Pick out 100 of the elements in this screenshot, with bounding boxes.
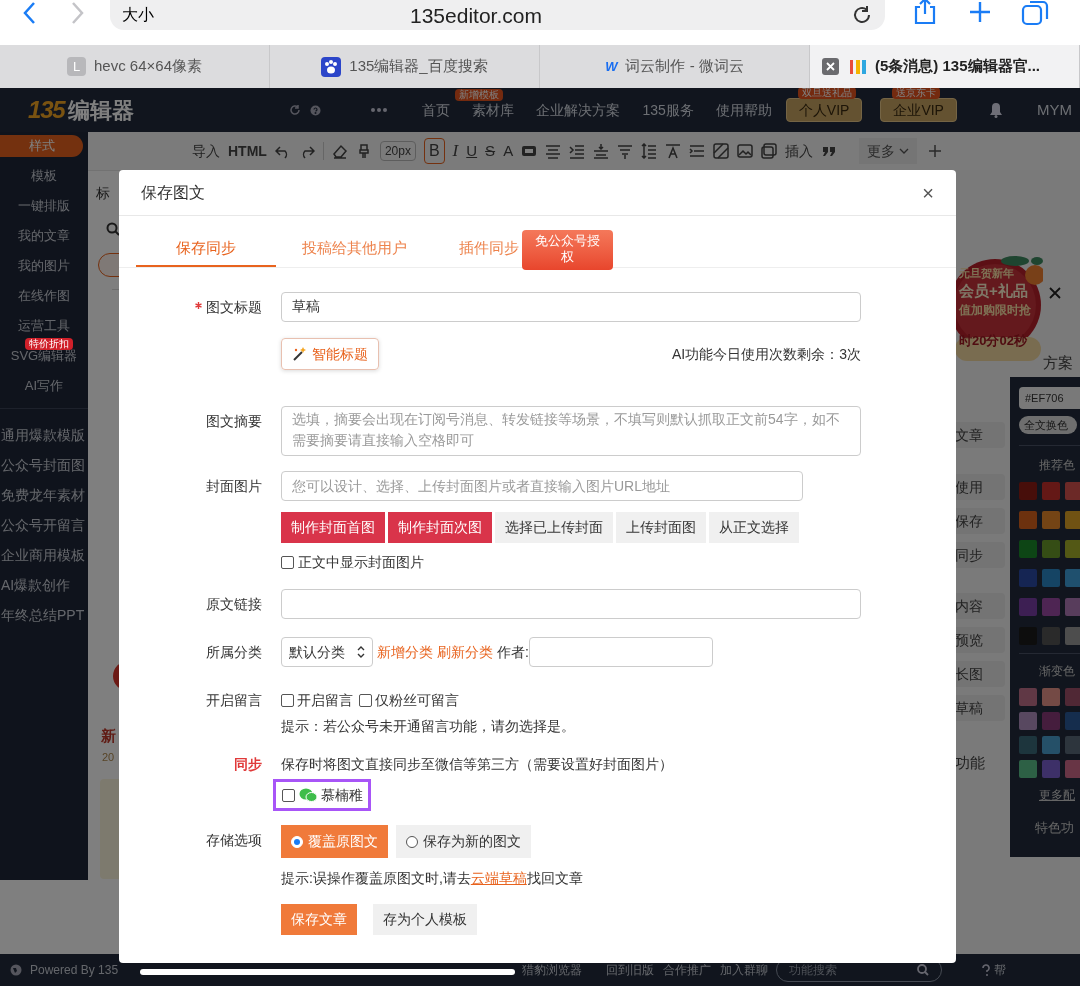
source-link-field[interactable]	[281, 589, 861, 619]
text-size-label[interactable]: 大小	[122, 3, 154, 27]
logo-text[interactable]: 编辑器	[68, 93, 135, 127]
paragraph-icon[interactable]	[617, 143, 634, 159]
logo-mark[interactable]: 135	[28, 92, 65, 128]
apply-color-button[interactable]: 全文换色	[1019, 416, 1077, 434]
close-icon[interactable]	[1048, 286, 1062, 300]
side-tool-button[interactable]: 同步	[955, 542, 1005, 568]
vip-button[interactable]: 企业VIP	[880, 98, 957, 122]
sidebar-item[interactable]: 运营工具	[18, 315, 70, 337]
nav-link[interactable]: 企业解决方案	[536, 101, 621, 118]
color-palette-drawing[interactable]	[1019, 688, 1080, 778]
cover-url-field[interactable]: 您可以设计、选择、上传封面图片或者直接输入图片URL地址	[281, 471, 803, 501]
more-colors-link[interactable]: 更多配	[1019, 786, 1080, 804]
side-tool-button[interactable]: 文章	[955, 422, 1005, 448]
sidebar-link[interactable]: AI爆款创作	[0, 570, 88, 600]
sidebar-item[interactable]: 模板	[31, 165, 57, 187]
category-link[interactable]: 新增分类	[377, 641, 433, 663]
sidebar-link[interactable]: 免费龙年素材	[0, 480, 88, 510]
nav-link[interactable]: 使用帮助	[715, 101, 772, 118]
nav-link[interactable]: 135服务	[642, 101, 694, 118]
bold-button[interactable]: B	[423, 138, 445, 164]
share-icon[interactable]	[912, 0, 938, 25]
side-tool-button[interactable]: 保存	[955, 508, 1005, 534]
image-icon[interactable]	[737, 143, 754, 159]
address-text[interactable]: 135editor.com	[410, 4, 542, 26]
side-tool-button[interactable]: 草稿	[955, 695, 1005, 721]
align-icon[interactable]	[545, 143, 562, 159]
strikethrough-button[interactable]: S	[485, 139, 496, 163]
footer-link[interactable]: 加入群聊	[720, 961, 769, 979]
checkbox[interactable]	[359, 693, 372, 707]
storage-option[interactable]: 覆盖原图文	[281, 825, 388, 858]
cover-button[interactable]: 制作封面首图	[281, 512, 385, 543]
footer-link[interactable]: 回到旧版	[606, 961, 655, 979]
sidebar-link[interactable]: 公众号开留言	[0, 510, 88, 540]
reload-icon[interactable]	[851, 4, 873, 26]
side-tool-button[interactable]: 长图	[955, 661, 1005, 687]
side-tool-button[interactable]: 功能	[955, 750, 1005, 776]
category-select[interactable]: 默认分类	[281, 637, 373, 667]
cover-button[interactable]: 上传封面图	[616, 512, 706, 543]
more-icon[interactable]	[371, 108, 388, 112]
action-button[interactable]: 保存文章	[281, 904, 357, 935]
user-name[interactable]: MYM	[1036, 98, 1072, 122]
font-color-button[interactable]: A	[503, 139, 514, 163]
help-icon[interactable]	[982, 964, 991, 976]
checkbox[interactable]	[281, 556, 294, 569]
line-height-icon[interactable]	[641, 143, 658, 159]
side-tool-button[interactable]: 使用	[955, 474, 1005, 500]
insert-button[interactable]: 插入	[785, 140, 814, 162]
sidebar-item[interactable]: 样式	[0, 135, 83, 157]
vip-button[interactable]: 个人VIP	[785, 98, 863, 122]
color-input[interactable]: #EF706	[1019, 387, 1080, 409]
side-tool-button[interactable]: 内容	[955, 593, 1005, 619]
cover-button[interactable]: 从正文选择	[709, 512, 799, 543]
help-icon[interactable]	[310, 104, 322, 116]
title-field[interactable]: 草稿	[281, 292, 861, 322]
footer-link[interactable]: 合作推广	[663, 961, 712, 979]
sidebar-link[interactable]: 年终总结PPT	[0, 600, 88, 630]
back-icon[interactable]	[22, 1, 36, 25]
action-button[interactable]: 存为个人模板	[373, 904, 477, 935]
gallery-icon[interactable]	[761, 143, 778, 159]
tabs-icon[interactable]	[1021, 0, 1051, 26]
address-bar[interactable]: 大小 135editor.com	[110, 0, 885, 30]
browser-tab[interactable]: (5条消息) 135编辑器官...	[810, 45, 1080, 88]
category-link[interactable]: 刷新分类	[437, 641, 493, 663]
nav-link[interactable]: 素材库	[472, 101, 515, 118]
html-button[interactable]: HTML	[228, 140, 267, 162]
author-field[interactable]	[528, 637, 713, 667]
sidebar-item[interactable]: 我的图片	[18, 255, 70, 277]
import-button[interactable]: 导入	[192, 140, 220, 162]
storage-option[interactable]: 保存为新的图文	[396, 825, 531, 858]
close-icon[interactable]	[822, 58, 839, 75]
underline-button[interactable]: U	[466, 139, 478, 163]
more-button[interactable]: 更多	[859, 138, 918, 164]
cloud-draft-link[interactable]: 云端草稿	[470, 870, 527, 886]
add-icon[interactable]	[929, 145, 942, 157]
nav-link[interactable]: 首页	[422, 101, 451, 118]
sidebar-link[interactable]: 公众号封面图	[0, 450, 88, 480]
smart-title-button[interactable]: 智能标题	[281, 338, 379, 370]
dialog-tab[interactable]: 保存同步	[136, 231, 276, 267]
plus-icon[interactable]	[968, 0, 992, 24]
help-link[interactable]: 帮	[994, 961, 1007, 979]
checkbox[interactable]	[282, 788, 295, 802]
dialog-tab[interactable]: 投稿给其他用户	[276, 231, 433, 267]
eraser-icon[interactable]	[331, 143, 348, 159]
color-palette-drawing[interactable]	[1019, 482, 1080, 645]
bell-icon[interactable]	[988, 102, 1003, 118]
sidebar-link[interactable]: 企业商用模板	[0, 540, 88, 570]
cover-button[interactable]: 选择已上传封面	[495, 512, 613, 543]
list-icon[interactable]	[689, 143, 706, 159]
summary-field[interactable]: 选填，摘要会出现在订阅号消息、转发链接等场景，不填写则默认抓取正文前54字，如不需要摘要请直接输入空格即可	[281, 406, 861, 456]
font-size-select[interactable]: 20px	[379, 141, 416, 161]
indent-icon[interactable]	[569, 143, 586, 159]
spacing-icon[interactable]	[593, 143, 610, 159]
close-button[interactable]: ×	[922, 182, 934, 203]
cover-button[interactable]: 制作封面次图	[388, 512, 492, 543]
sidebar-item[interactable]: 我的文章	[18, 225, 70, 247]
checkbox[interactable]	[281, 693, 294, 707]
highlight-icon[interactable]	[521, 143, 538, 159]
italic-button[interactable]: I	[452, 138, 459, 164]
